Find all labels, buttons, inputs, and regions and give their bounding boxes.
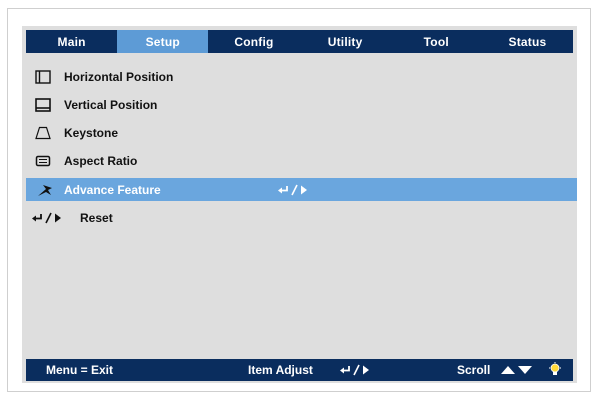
- menu-item-label: Aspect Ratio: [64, 154, 138, 168]
- menu-item-vertical-position[interactable]: Vertical Position: [22, 91, 577, 119]
- tab-status[interactable]: Status: [482, 30, 573, 53]
- menu-item-label: Vertical Position: [64, 98, 158, 112]
- menu-tab-bar: Main Setup Config Utility Tool Status: [26, 30, 573, 53]
- horizontal-position-icon: [22, 70, 64, 84]
- menu-item-label: Keystone: [64, 126, 119, 140]
- osd-menu: Main Setup Config Utility Tool Status Ho…: [22, 26, 577, 383]
- menu-item-label: Reset: [80, 211, 113, 225]
- tab-config[interactable]: Config: [208, 30, 299, 53]
- lightbulb-icon: [548, 362, 562, 378]
- menu-item-advance-feature[interactable]: Advance Feature: [26, 178, 577, 201]
- menu-exit-hint: Menu = Exit: [46, 363, 114, 377]
- menu-item-reset[interactable]: Reset: [22, 204, 577, 232]
- menu-item-aspect-ratio[interactable]: Aspect Ratio: [22, 147, 577, 175]
- menu-item-label: Advance Feature: [64, 182, 161, 197]
- tab-setup[interactable]: Setup: [117, 30, 209, 53]
- enter-right-icon: [340, 364, 372, 376]
- enter-right-icon: [22, 212, 80, 224]
- enter-right-icon: [278, 184, 310, 196]
- tab-utility[interactable]: Utility: [300, 30, 391, 53]
- menu-item-keystone[interactable]: Keystone: [22, 119, 577, 147]
- vertical-position-icon: [22, 98, 64, 112]
- aspect-ratio-icon: [22, 155, 64, 167]
- scroll-hint: Scroll: [457, 363, 491, 377]
- tab-main[interactable]: Main: [26, 30, 117, 53]
- tab-tool[interactable]: Tool: [391, 30, 482, 53]
- item-adjust-hint: Item Adjust: [248, 363, 313, 377]
- up-down-arrow-icon: [500, 364, 534, 376]
- status-bar: Menu = Exit Item Adjust Scroll: [26, 359, 573, 381]
- setup-menu-list: Horizontal Position Vertical Position Ke…: [22, 63, 577, 232]
- menu-item-horizontal-position[interactable]: Horizontal Position: [22, 63, 577, 91]
- menu-item-label: Horizontal Position: [64, 70, 174, 84]
- keystone-icon: [22, 126, 64, 140]
- advance-feature-icon: [26, 183, 64, 197]
